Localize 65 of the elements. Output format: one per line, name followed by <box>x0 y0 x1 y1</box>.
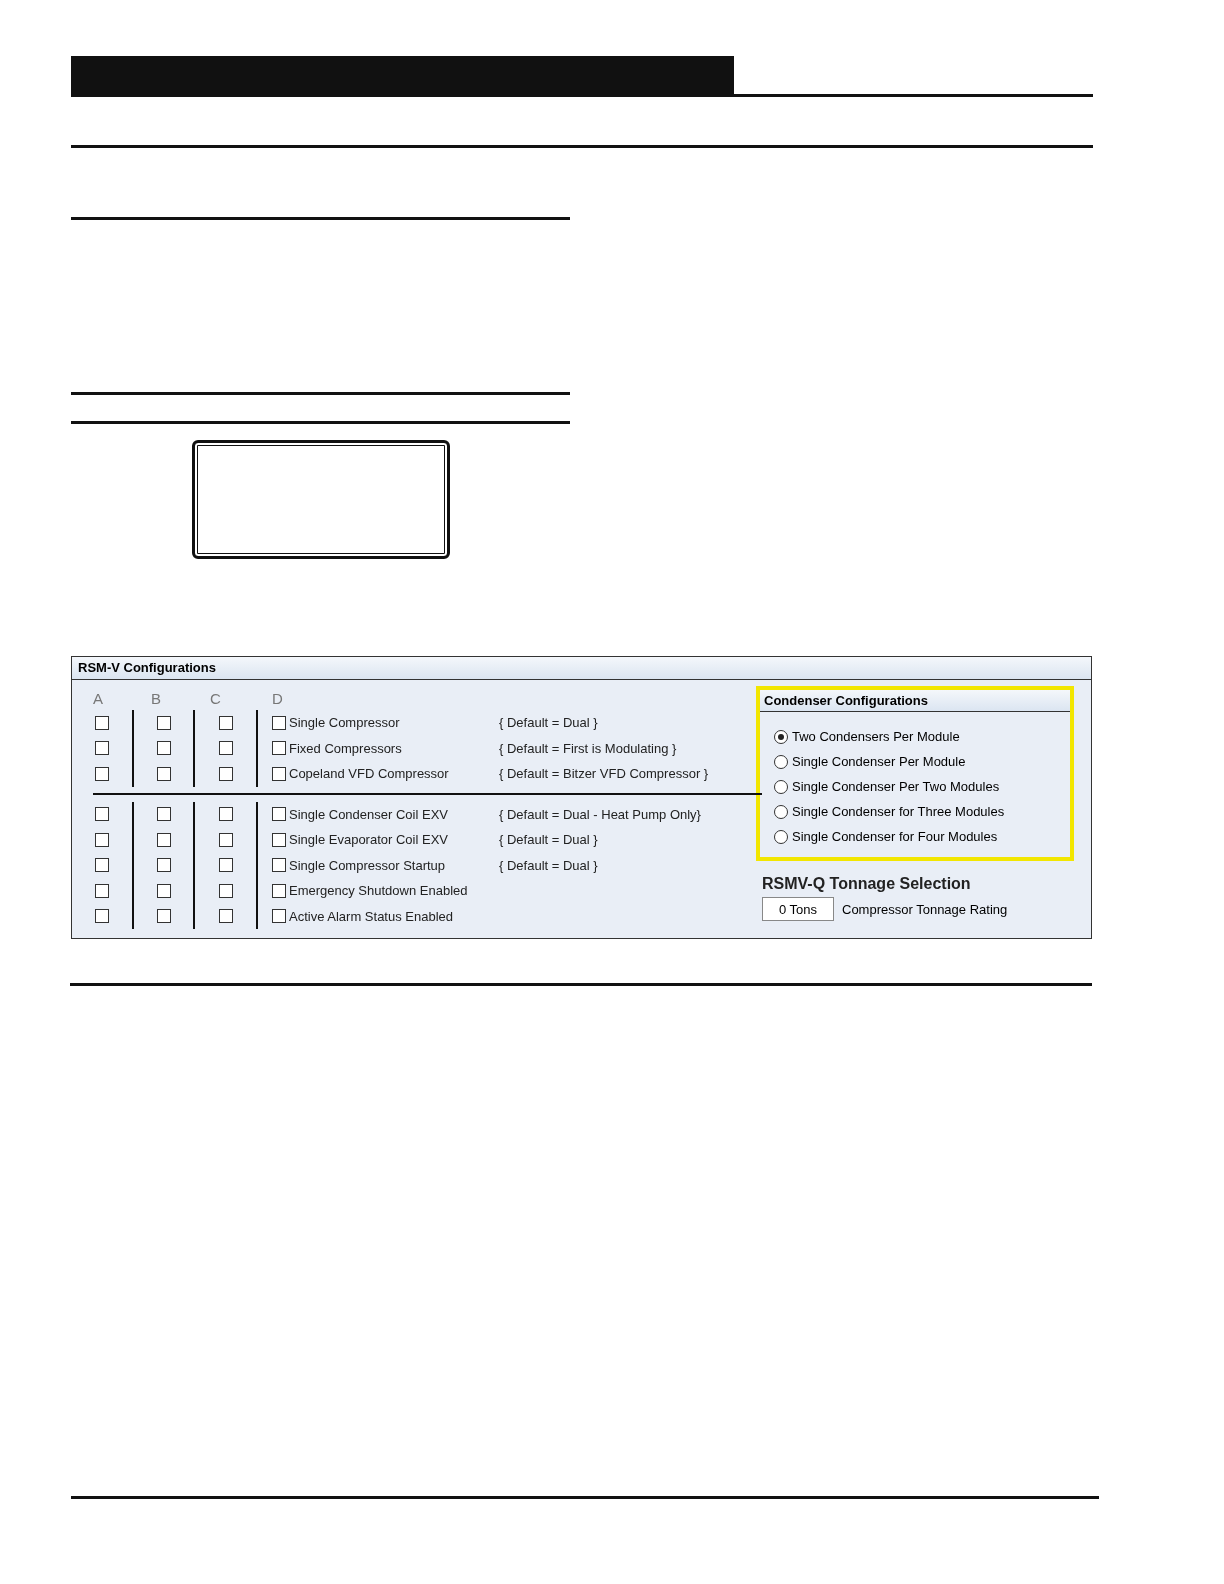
default-note: { Default = Dual } <box>499 857 598 873</box>
radio-label: Single Condenser Per Module <box>792 754 966 769</box>
checkbox[interactable] <box>156 883 171 898</box>
checkbox[interactable] <box>95 741 109 756</box>
checkbox[interactable] <box>156 858 171 873</box>
checkbox[interactable] <box>218 832 233 847</box>
checkbox[interactable] <box>272 741 286 756</box>
default-note: { Default = First is Modulating } <box>499 740 677 756</box>
checkbox[interactable] <box>156 766 171 781</box>
checkbox[interactable] <box>272 883 286 898</box>
checkbox[interactable] <box>272 909 286 924</box>
checkbox[interactable] <box>156 832 171 847</box>
checkbox[interactable] <box>95 832 109 847</box>
option-label: Single Evaporator Coil EXV <box>289 832 449 848</box>
column-heading: D <box>271 690 283 709</box>
column-heading: A <box>93 690 103 709</box>
option-label: Single Compressor Startup <box>289 857 447 873</box>
default-note: { Default = Bitzer VFD Compressor } <box>499 766 709 782</box>
field-label: Compressor Tonnage Rating <box>842 901 1008 917</box>
radio-button[interactable] <box>774 804 788 819</box>
window-title: RSM-V Configurations <box>72 657 1091 680</box>
checkbox[interactable] <box>218 909 233 924</box>
checkbox[interactable] <box>218 741 233 756</box>
checkbox[interactable] <box>218 715 233 730</box>
option-label: Single Condenser Coil EXV <box>289 806 449 822</box>
checkbox[interactable] <box>272 807 286 822</box>
radio-button[interactable] <box>774 829 788 844</box>
checkbox[interactable] <box>156 715 171 730</box>
option-label: Single Compressor <box>289 715 401 731</box>
column-heading: C <box>210 690 221 709</box>
default-note: { Default = Dual - Heat Pump Only} <box>499 806 701 822</box>
checkbox[interactable] <box>156 909 171 924</box>
option-label: Fixed Compressors <box>289 740 403 756</box>
checkbox[interactable] <box>218 766 233 781</box>
tonnage-field[interactable]: 0 Tons <box>762 897 834 921</box>
radio-label: Two Condensers Per Module <box>792 729 960 744</box>
group-title: Condenser Configurations <box>760 690 1070 712</box>
option-label: Emergency Shutdown Enabled <box>289 883 469 899</box>
column-heading: B <box>151 690 162 709</box>
option-label: Active Alarm Status Enabled <box>289 908 455 924</box>
radio-button[interactable] <box>774 754 788 769</box>
checkbox[interactable] <box>272 766 286 781</box>
checkbox[interactable] <box>156 807 171 822</box>
radio-button[interactable] <box>774 779 788 794</box>
default-note: { Default = Dual } <box>499 832 598 848</box>
checkbox[interactable] <box>218 883 233 898</box>
checkbox[interactable] <box>272 832 286 847</box>
checkbox[interactable] <box>218 858 233 873</box>
checkbox[interactable] <box>156 741 171 756</box>
checkbox[interactable] <box>95 715 109 730</box>
radio-label: Single Condenser for Four Modules <box>792 829 998 844</box>
option-label: Copeland VFD Compressor <box>289 766 450 782</box>
checkbox[interactable] <box>95 909 109 924</box>
radio-label: Single Condenser for Three Modules <box>792 804 1005 819</box>
checkbox[interactable] <box>218 807 233 822</box>
checkbox[interactable] <box>95 858 109 873</box>
checkbox[interactable] <box>95 766 109 781</box>
checkbox[interactable] <box>95 807 109 822</box>
checkbox[interactable] <box>272 858 286 873</box>
section-heading: RSMV-Q Tonnage Selection <box>762 875 972 893</box>
radio-button[interactable] <box>774 729 788 744</box>
checkbox[interactable] <box>95 883 109 898</box>
radio-label: Single Condenser Per Two Modules <box>792 779 1000 794</box>
checkbox[interactable] <box>272 715 286 730</box>
default-note: { Default = Dual } <box>499 715 598 731</box>
